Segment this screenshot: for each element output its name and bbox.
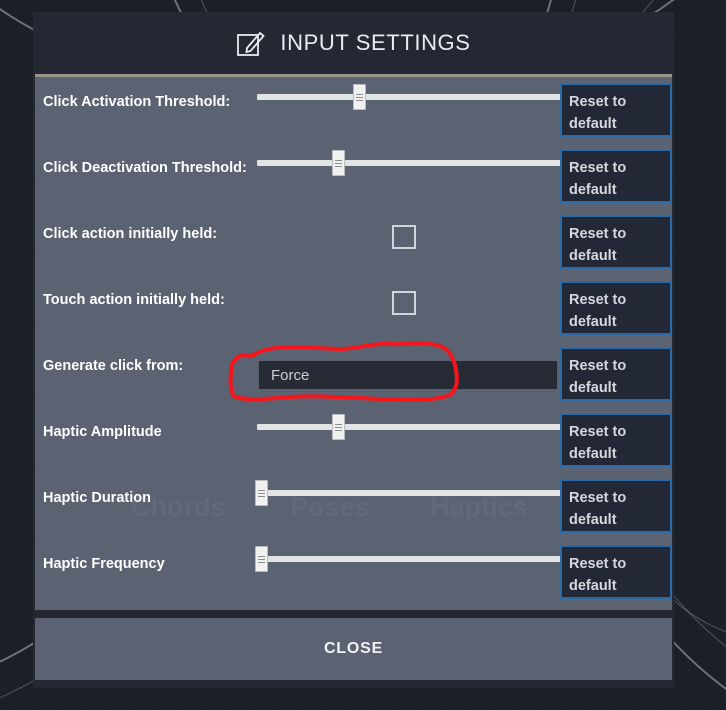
setting-control: 20 Reset to default bbox=[255, 539, 672, 605]
close-button[interactable]: CLOSE bbox=[35, 618, 672, 680]
setting-label: Generate click from: bbox=[43, 358, 184, 374]
setting-row-click-activation-threshold: Click Activation Threshold: 25 Reset to … bbox=[35, 77, 672, 143]
slider-handle[interactable] bbox=[255, 480, 269, 506]
reset-to-default-button[interactable]: Reset to default bbox=[560, 83, 672, 137]
input-settings-dialog: INPUT SETTINGS Chords Poses Haptics Skel… bbox=[33, 12, 674, 688]
dialog-titlebar: INPUT SETTINGS bbox=[33, 12, 674, 74]
setting-label: Haptic Amplitude bbox=[43, 424, 162, 440]
reset-to-default-button[interactable]: Reset to default bbox=[560, 479, 672, 533]
setting-control: 25 Reset to default bbox=[255, 77, 672, 143]
reset-to-default-button[interactable]: Reset to default bbox=[560, 215, 672, 269]
setting-row-haptic-frequency: Haptic Frequency 20 Reset to default bbox=[35, 539, 672, 605]
dialog-footer: CLOSE bbox=[33, 610, 674, 680]
setting-row-haptic-duration: Haptic Duration 0 Reset to default bbox=[35, 473, 672, 539]
setting-control: 0 Reset to default bbox=[255, 473, 672, 539]
page-title: INPUT SETTINGS bbox=[280, 30, 471, 55]
setting-label: Haptic Frequency bbox=[43, 556, 165, 572]
setting-row-touch-action-initially-held: Touch action initially held: Reset to de… bbox=[35, 275, 672, 341]
setting-label: Click action initially held: bbox=[43, 226, 218, 242]
slider-handle[interactable] bbox=[332, 150, 346, 176]
setting-row-generate-click-from: Generate click from: Force Reset to defa… bbox=[35, 341, 672, 407]
reset-to-default-button[interactable]: Reset to default bbox=[560, 413, 672, 467]
setting-label: Click Deactivation Threshold: bbox=[43, 160, 247, 176]
setting-row-haptic-amplitude: Haptic Amplitude 20 Reset to default bbox=[35, 407, 672, 473]
touch-action-initially-held-checkbox[interactable] bbox=[392, 291, 416, 315]
setting-control: Force Reset to default bbox=[255, 341, 672, 407]
slider-handle[interactable] bbox=[332, 414, 346, 440]
slider-handle[interactable] bbox=[352, 84, 366, 110]
setting-label: Click Activation Threshold: bbox=[43, 94, 231, 110]
reset-to-default-button[interactable]: Reset to default bbox=[560, 149, 672, 203]
dropdown-selected-value: Force bbox=[271, 366, 310, 384]
reset-to-default-button[interactable]: Reset to default bbox=[560, 281, 672, 335]
setting-control: Reset to default bbox=[255, 209, 672, 275]
slider-handle[interactable] bbox=[255, 546, 269, 572]
setting-row-click-deactivation-threshold: Click Deactivation Threshold: 20 Reset t… bbox=[35, 143, 672, 209]
click-action-initially-held-checkbox[interactable] bbox=[392, 225, 416, 249]
setting-control: Reset to default bbox=[255, 275, 672, 341]
reset-to-default-button[interactable]: Reset to default bbox=[560, 347, 672, 401]
settings-scroll-panel[interactable]: Chords Poses Haptics Skeleton Click Acti… bbox=[35, 74, 672, 610]
setting-control: 20 Reset to default bbox=[255, 143, 672, 209]
setting-control: 20 Reset to default bbox=[255, 407, 672, 473]
setting-label: Touch action initially held: bbox=[43, 292, 225, 308]
reset-to-default-button[interactable]: Reset to default bbox=[560, 545, 672, 599]
edit-square-pencil-icon bbox=[236, 28, 266, 58]
setting-row-click-action-initially-held: Click action initially held: Reset to de… bbox=[35, 209, 672, 275]
generate-click-from-dropdown[interactable]: Force bbox=[259, 361, 557, 389]
setting-label: Haptic Duration bbox=[43, 490, 151, 506]
